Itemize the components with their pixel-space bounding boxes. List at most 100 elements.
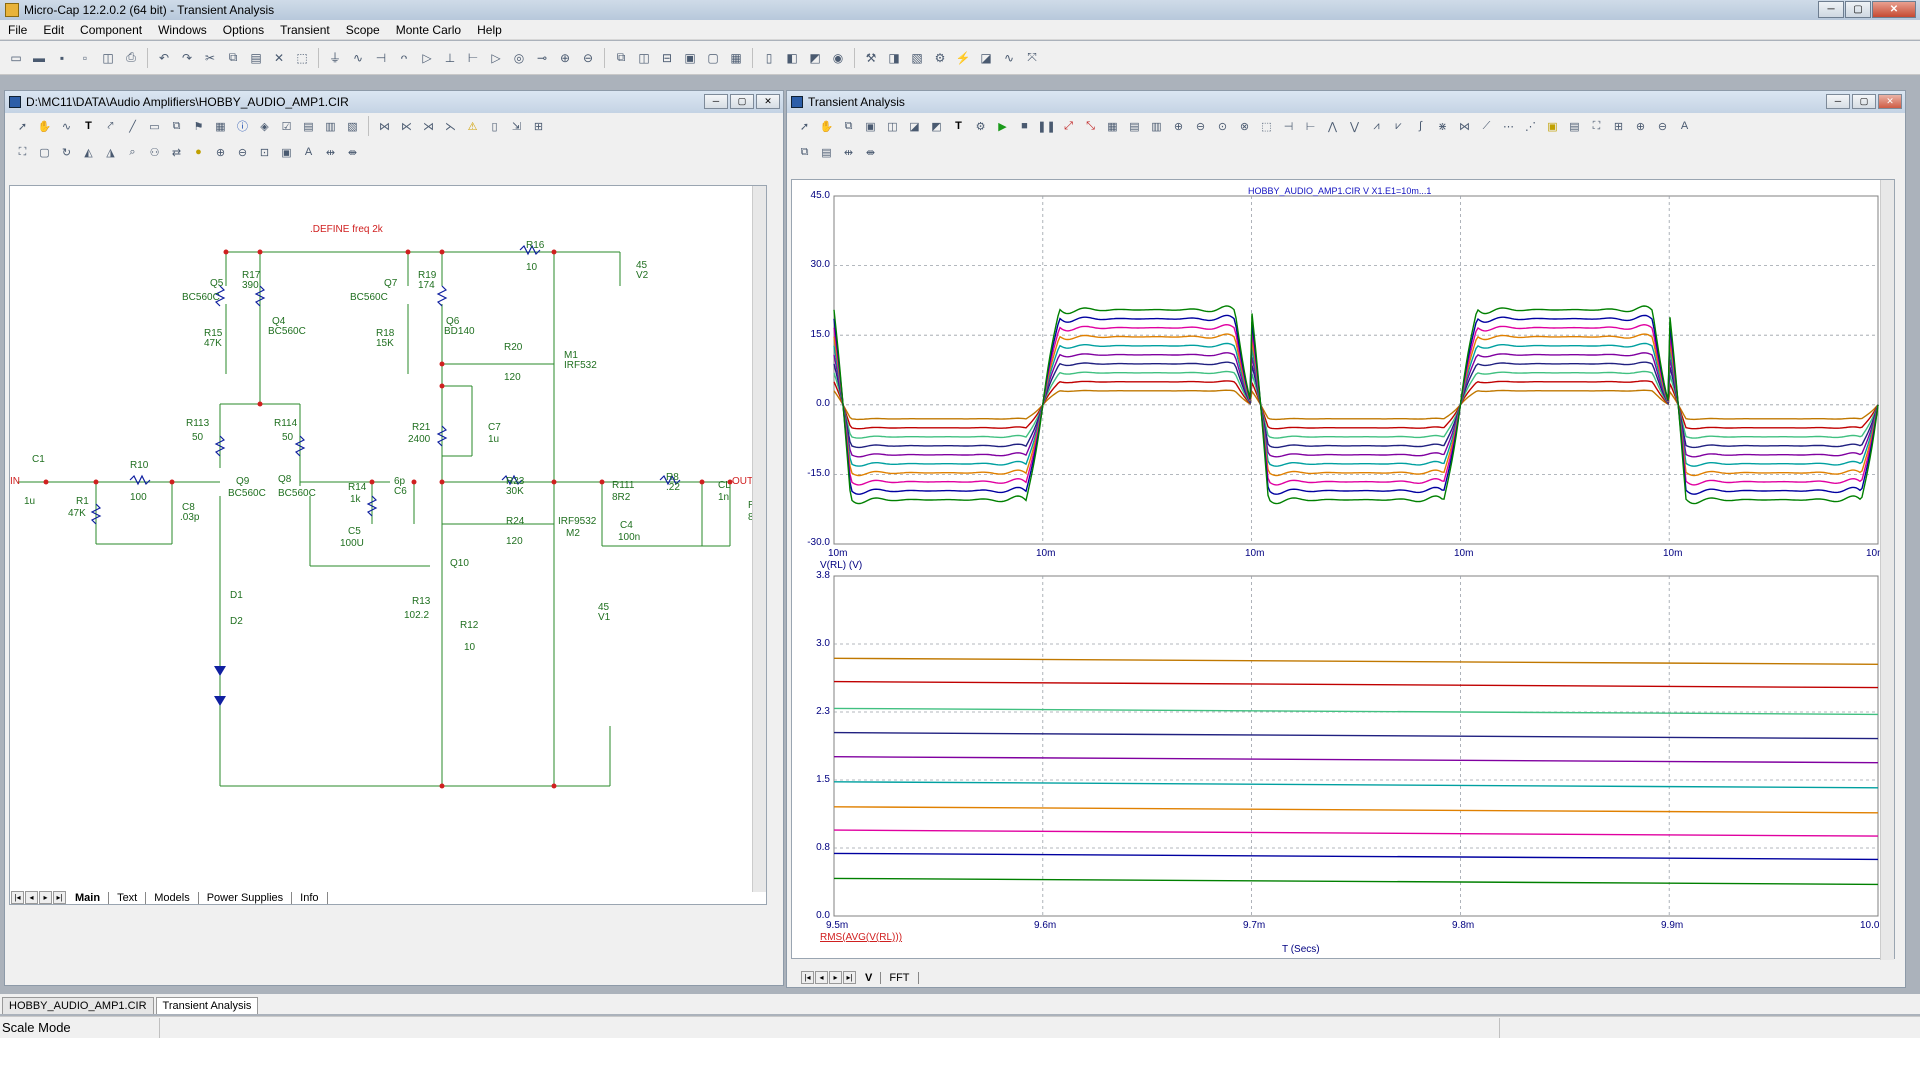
pan-hand-icon[interactable]: ✋ xyxy=(817,117,836,136)
opamp-icon[interactable]: ▷ xyxy=(486,48,506,68)
paste-icon[interactable]: ▤ xyxy=(817,143,836,162)
tab-text[interactable]: Text xyxy=(109,891,147,904)
open-folder-icon[interactable]: ▬ xyxy=(29,48,49,68)
valley-icon[interactable]: ⋁ xyxy=(1345,117,1364,136)
part-value[interactable]: 10 xyxy=(526,262,537,273)
next-simulation-icon[interactable]: ⋯ xyxy=(1499,117,1518,136)
grid-icon[interactable]: ▦ xyxy=(1103,117,1122,136)
globe-icon[interactable]: ◉ xyxy=(828,48,848,68)
peak-icon[interactable]: ⋀ xyxy=(1323,117,1342,136)
part-value[interactable]: 390 xyxy=(242,280,259,291)
component-editor-icon[interactable]: ▯ xyxy=(759,48,779,68)
next-page-button[interactable]: ▸ xyxy=(39,891,52,904)
current-source-icon[interactable]: ⊖ xyxy=(578,48,598,68)
filter-icon[interactable]: ▧ xyxy=(907,48,927,68)
part-value[interactable]: 120 xyxy=(504,372,521,383)
model-icon[interactable]: ⚒ xyxy=(861,48,881,68)
part-label[interactable]: D2 xyxy=(230,616,243,627)
part-value[interactable]: BD140 xyxy=(444,326,475,337)
schematic-close-button[interactable]: ✕ xyxy=(756,94,780,109)
tag-icon[interactable]: ◩ xyxy=(927,117,946,136)
analysis-minimize-button[interactable]: ─ xyxy=(1826,94,1850,109)
part-value[interactable]: 15K xyxy=(376,338,394,349)
minimize-button[interactable]: ─ xyxy=(1818,1,1844,18)
window-icon[interactable]: ▣ xyxy=(680,48,700,68)
part-label[interactable]: CL xyxy=(718,480,731,491)
cut-icon[interactable]: ✂ xyxy=(200,48,220,68)
source-icon[interactable]: ◎ xyxy=(509,48,529,68)
part-value[interactable]: 100U xyxy=(340,538,364,549)
square-icon[interactable]: ▢ xyxy=(35,143,54,162)
split-icon[interactable]: ⇹ xyxy=(839,143,858,162)
select-arrow-icon[interactable]: ➚ xyxy=(795,117,814,136)
step-icon[interactable]: ⋋ xyxy=(441,117,460,136)
slope-icon[interactable]: ⟋ xyxy=(1477,117,1496,136)
zoom-out-icon[interactable]: ⊖ xyxy=(1191,117,1210,136)
plot2-trace-label[interactable]: RMS(AVG(V(RL))) xyxy=(820,932,902,943)
low-icon[interactable]: ⩗ xyxy=(1389,117,1408,136)
node-numbers-icon[interactable]: ▤ xyxy=(299,117,318,136)
part-label[interactable]: V2 xyxy=(636,270,648,281)
part-label[interactable]: Q8 xyxy=(278,474,291,485)
print-icon[interactable]: ⎙ xyxy=(121,48,141,68)
capacitor-icon[interactable]: ⊣ xyxy=(371,48,391,68)
zoom-out-icon[interactable]: ⊖ xyxy=(233,143,252,162)
probe-icon[interactable]: ⊕ xyxy=(555,48,575,68)
stop-icon[interactable]: ■ xyxy=(1015,117,1034,136)
split-icon[interactable]: ⇹ xyxy=(321,143,340,162)
part-label[interactable]: R21 xyxy=(412,422,430,433)
battery-icon[interactable]: ⊥ xyxy=(440,48,460,68)
first-page-button[interactable]: |◂ xyxy=(801,971,814,984)
part-label[interactable]: C7 xyxy=(488,422,501,433)
part-value[interactable]: 47K xyxy=(68,508,86,519)
menu-edit[interactable]: Edit xyxy=(35,23,72,37)
zoom-region-icon[interactable]: ⊡ xyxy=(255,143,274,162)
part-value[interactable]: 8R2 xyxy=(612,492,630,503)
tab-info[interactable]: Info xyxy=(292,891,328,904)
part-value[interactable]: 2400 xyxy=(408,434,430,445)
help-icon[interactable]: ◈ xyxy=(255,117,274,136)
dots-icon[interactable]: ● xyxy=(189,143,208,162)
info-icon[interactable]: ⓘ xyxy=(233,117,252,136)
copy-icon[interactable]: ⧉ xyxy=(223,48,243,68)
dot-icon[interactable]: ⋊ xyxy=(419,117,438,136)
rect-icon[interactable]: ▭ xyxy=(145,117,164,136)
cursor-right-icon[interactable]: ⊢ xyxy=(1301,117,1320,136)
restore-scale-icon[interactable]: ⤡ xyxy=(1081,117,1100,136)
part-label[interactable]: D1 xyxy=(230,590,243,601)
split2-icon[interactable]: ⇼ xyxy=(343,143,362,162)
redo-icon[interactable]: ↷ xyxy=(177,48,197,68)
part-label[interactable]: R111 xyxy=(612,480,634,491)
cascade-icon[interactable]: ⧉ xyxy=(611,48,631,68)
part-label[interactable]: R113 xyxy=(186,418,209,429)
save-image-icon[interactable]: ▣ xyxy=(277,143,296,162)
currents-icon[interactable]: ▧ xyxy=(343,117,362,136)
align-icon[interactable]: ⊞ xyxy=(1609,117,1628,136)
copy-shape-icon[interactable]: ⧉ xyxy=(839,117,858,136)
schematic-canvas[interactable]: .DEFINE freq 2k IN OUT R16 10 45 V2 Q5 R… xyxy=(9,185,767,905)
line-icon[interactable]: ╱ xyxy=(123,117,142,136)
tab-main[interactable]: Main xyxy=(67,891,110,904)
part-value[interactable]: 1u xyxy=(488,434,499,445)
part-value[interactable]: BC560C xyxy=(350,292,388,303)
prev-page-button[interactable]: ◂ xyxy=(25,891,38,904)
select-all-icon[interactable]: ⬚ xyxy=(292,48,312,68)
voltages-icon[interactable]: ▥ xyxy=(321,117,340,136)
part-value[interactable]: 102.2 xyxy=(404,610,429,621)
window2-icon[interactable]: ▢ xyxy=(703,48,723,68)
fit-icon[interactable]: ⛶ xyxy=(1587,117,1606,136)
optimize-icon[interactable]: ⚙ xyxy=(930,48,950,68)
part-label[interactable]: R16 xyxy=(526,240,544,251)
fft-icon[interactable]: ◨ xyxy=(884,48,904,68)
font-icon[interactable]: A xyxy=(1675,117,1694,136)
split2-icon[interactable]: ⇼ xyxy=(861,143,880,162)
part-value[interactable]: 1k xyxy=(350,494,361,505)
part-label[interactable]: R12 xyxy=(460,620,478,631)
package-icon[interactable]: ◩ xyxy=(805,48,825,68)
select-arrow-icon[interactable]: ➚ xyxy=(13,117,32,136)
last-page-button[interactable]: ▸| xyxy=(843,971,856,984)
schematic-minimize-button[interactable]: ─ xyxy=(704,94,728,109)
part-value[interactable]: IRF9532 xyxy=(558,516,596,527)
tab-models[interactable]: Models xyxy=(146,891,199,904)
part-value[interactable]: 174 xyxy=(418,280,435,291)
